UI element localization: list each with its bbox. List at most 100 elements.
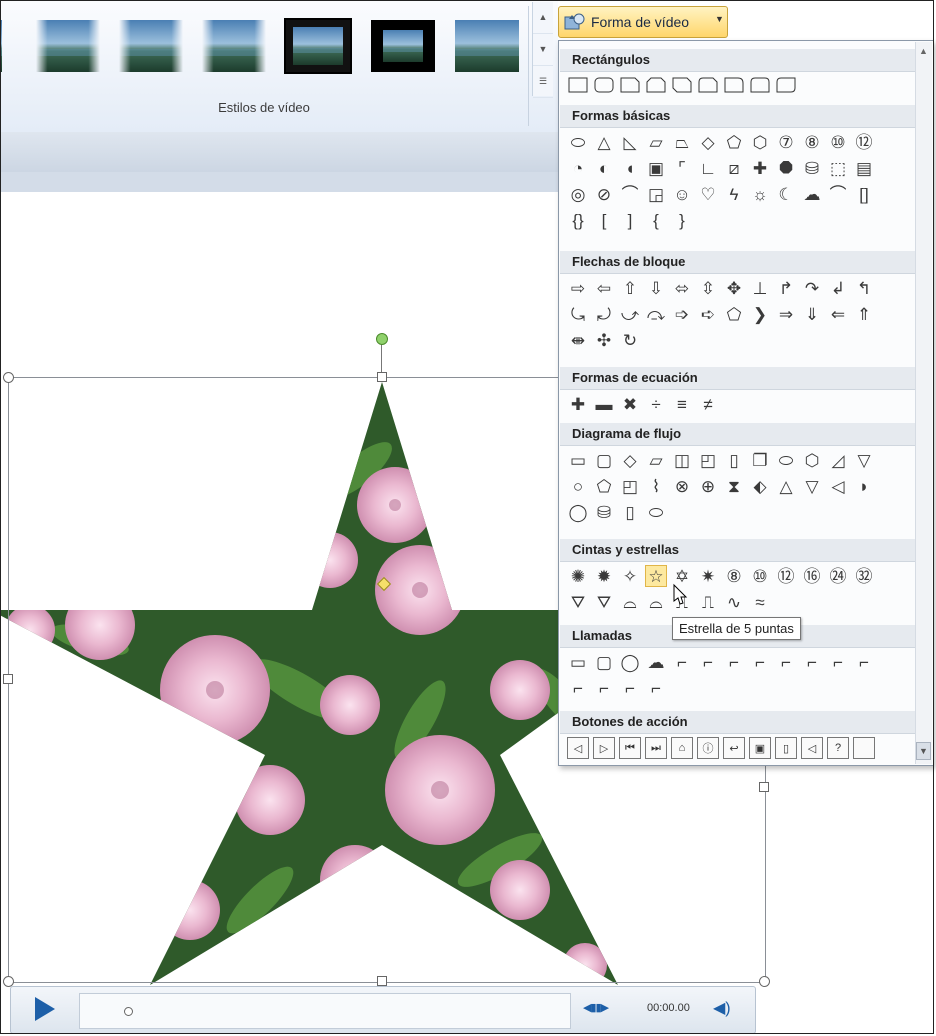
dodecagon-icon[interactable]: ⑫ — [853, 131, 875, 153]
process-icon[interactable]: ▭ — [567, 449, 589, 471]
quad-arrow-icon[interactable]: ✥ — [723, 277, 745, 299]
line-callout-1-icon[interactable]: ⌐ — [671, 651, 693, 673]
right-brace-icon[interactable]: } — [671, 209, 693, 231]
action-end-icon[interactable]: ⏭ — [645, 737, 667, 759]
scroll-down-icon[interactable]: ▼ — [916, 742, 931, 760]
right-arrow-icon[interactable]: ⇨ — [567, 277, 589, 299]
curved-down-arrow-icon[interactable]: ⤼ — [645, 303, 667, 325]
oval-callout-icon[interactable]: ◯ — [619, 651, 641, 673]
round-single-corner-rectangle-icon[interactable] — [723, 74, 745, 96]
action-document-icon[interactable]: ▯ — [775, 737, 797, 759]
notched-right-arrow-icon[interactable]: ➪ — [697, 303, 719, 325]
merge-icon[interactable]: ▽ — [801, 475, 823, 497]
left-arrow-callout-icon[interactable]: ⇐ — [827, 303, 849, 325]
line-callout-3-icon[interactable]: ⌐ — [723, 651, 745, 673]
line-callout-1-no-border-icon[interactable]: ⌐ — [827, 651, 849, 673]
up-arrow-callout-icon[interactable]: ⇑ — [853, 303, 875, 325]
can-icon[interactable]: ⛁ — [801, 157, 823, 179]
right-triangle-icon[interactable]: ◺ — [619, 131, 641, 153]
round-same-side-rectangle-icon[interactable] — [749, 74, 771, 96]
32-point-star-icon[interactable]: ㉜ — [853, 565, 875, 587]
action-beginning-icon[interactable]: ⏮ — [619, 737, 641, 759]
cloud-icon[interactable]: ☁ — [801, 183, 823, 205]
teardrop-icon[interactable]: ◖ — [619, 157, 641, 179]
line-callout-2-icon[interactable]: ⌐ — [697, 651, 719, 673]
rounded-rectangle-icon[interactable] — [593, 74, 615, 96]
action-sound-icon[interactable]: ◁ — [801, 737, 823, 759]
sort-icon[interactable]: ⬖ — [749, 475, 771, 497]
parallelogram-icon[interactable]: ▱ — [645, 131, 667, 153]
collate-icon[interactable]: ⧗ — [723, 475, 745, 497]
decagon-icon[interactable]: ⑩ — [827, 131, 849, 153]
scroll-up-icon[interactable]: ▲ — [919, 46, 928, 56]
pie-icon[interactable]: ◔ — [567, 157, 589, 179]
direct-access-storage-icon[interactable]: ▯ — [619, 501, 641, 523]
snip-round-rectangle-icon[interactable] — [697, 74, 719, 96]
curved-down-ribbon-icon[interactable]: ⌓ — [645, 591, 667, 613]
equal-icon[interactable]: ≡ — [671, 393, 693, 415]
manual-input-icon[interactable]: ◿ — [827, 449, 849, 471]
down-ribbon-icon[interactable]: ⛛ — [593, 591, 615, 613]
resize-handle-top-left[interactable] — [3, 372, 14, 383]
line-callout-2-border-accent-icon[interactable]: ⌐ — [619, 677, 641, 699]
line-callout-3-accent-icon[interactable]: ⌐ — [801, 651, 823, 673]
striped-right-arrow-icon[interactable]: ➩ — [671, 303, 693, 325]
resize-handle-bottom[interactable] — [377, 976, 387, 986]
stored-data-icon[interactable]: ◁ — [827, 475, 849, 497]
connector-icon[interactable]: ○ — [567, 475, 589, 497]
16-point-star-icon[interactable]: ⑯ — [801, 565, 823, 587]
heptagon-icon[interactable]: ⑦ — [775, 131, 797, 153]
double-wave-icon[interactable]: ≈ — [749, 591, 771, 613]
display-icon[interactable]: ⬭ — [645, 501, 667, 523]
resize-handle-top[interactable] — [377, 372, 387, 382]
4-point-star-icon[interactable]: ✧ — [619, 565, 641, 587]
data-icon[interactable]: ▱ — [645, 449, 667, 471]
down-arrow-callout-icon[interactable]: ⇓ — [801, 303, 823, 325]
minus-icon[interactable]: ▬ — [593, 393, 615, 415]
panel-scrollbar[interactable]: ▲ ▼ — [915, 42, 932, 764]
horizontal-scroll-icon[interactable]: ⎍ — [697, 591, 719, 613]
document-icon[interactable]: ▯ — [723, 449, 745, 471]
circular-arrow-icon[interactable]: ↻ — [619, 329, 641, 351]
frame-icon[interactable]: ▣ — [645, 157, 667, 179]
right-arrow-callout-icon[interactable]: ⇒ — [775, 303, 797, 325]
12-point-star-icon[interactable]: ⑫ — [775, 565, 797, 587]
chord-icon[interactable]: ◐ — [593, 157, 615, 179]
step-buttons[interactable]: ◀▮▮▶ — [583, 1001, 609, 1014]
line-callout-1-accent-icon[interactable]: ⌐ — [749, 651, 771, 673]
multiply-icon[interactable]: ✖ — [619, 393, 641, 415]
donut-icon[interactable]: ◎ — [567, 183, 589, 205]
5-point-star-icon[interactable]: ☆ — [645, 565, 667, 587]
snip-corner-rectangle-icon[interactable] — [619, 74, 641, 96]
predefined-process-icon[interactable]: ◫ — [671, 449, 693, 471]
curved-right-arrow-icon[interactable]: ⤿ — [567, 303, 589, 325]
line-callout-2-no-border-icon[interactable]: ⌐ — [853, 651, 875, 673]
action-custom-icon[interactable] — [853, 737, 875, 759]
right-bracket-icon[interactable]: ] — [619, 209, 641, 231]
lightning-bolt-icon[interactable]: ϟ — [723, 183, 745, 205]
action-return-icon[interactable]: ↩ — [723, 737, 745, 759]
summing-junction-icon[interactable]: ⊗ — [671, 475, 693, 497]
trapezoid-icon[interactable]: ⏢ — [671, 131, 693, 153]
punched-tape-icon[interactable]: ⌇ — [645, 475, 667, 497]
terminator-icon[interactable]: ⬭ — [775, 449, 797, 471]
play-icon[interactable] — [35, 997, 55, 1021]
resize-handle-bottom-right[interactable] — [759, 976, 770, 987]
bent-up-arrow-icon[interactable]: ↰ — [853, 277, 875, 299]
left-arrow-icon[interactable]: ⇦ — [593, 277, 615, 299]
plaque-icon[interactable]: ⯃ — [775, 157, 797, 179]
8-point-star-icon[interactable]: ⑧ — [723, 565, 745, 587]
line-callout-3-border-accent-icon[interactable]: ⌐ — [645, 677, 667, 699]
plus-icon[interactable]: ✚ — [567, 393, 589, 415]
timeline[interactable] — [79, 993, 571, 1029]
bent-arrow-icon[interactable]: ↱ — [775, 277, 797, 299]
smiley-face-icon[interactable]: ☺ — [671, 183, 693, 205]
rectangular-callout-icon[interactable]: ▭ — [567, 651, 589, 673]
diamond-icon[interactable]: ◇ — [697, 131, 719, 153]
alternate-process-icon[interactable]: ▢ — [593, 449, 615, 471]
off-page-connector-icon[interactable]: ⬠ — [593, 475, 615, 497]
chevron-icon[interactable]: ❯ — [749, 303, 771, 325]
pentagon-icon[interactable]: ⬠ — [723, 131, 745, 153]
snip-same-side-rectangle-icon[interactable] — [645, 74, 667, 96]
half-frame-icon[interactable]: ⌜ — [671, 157, 693, 179]
